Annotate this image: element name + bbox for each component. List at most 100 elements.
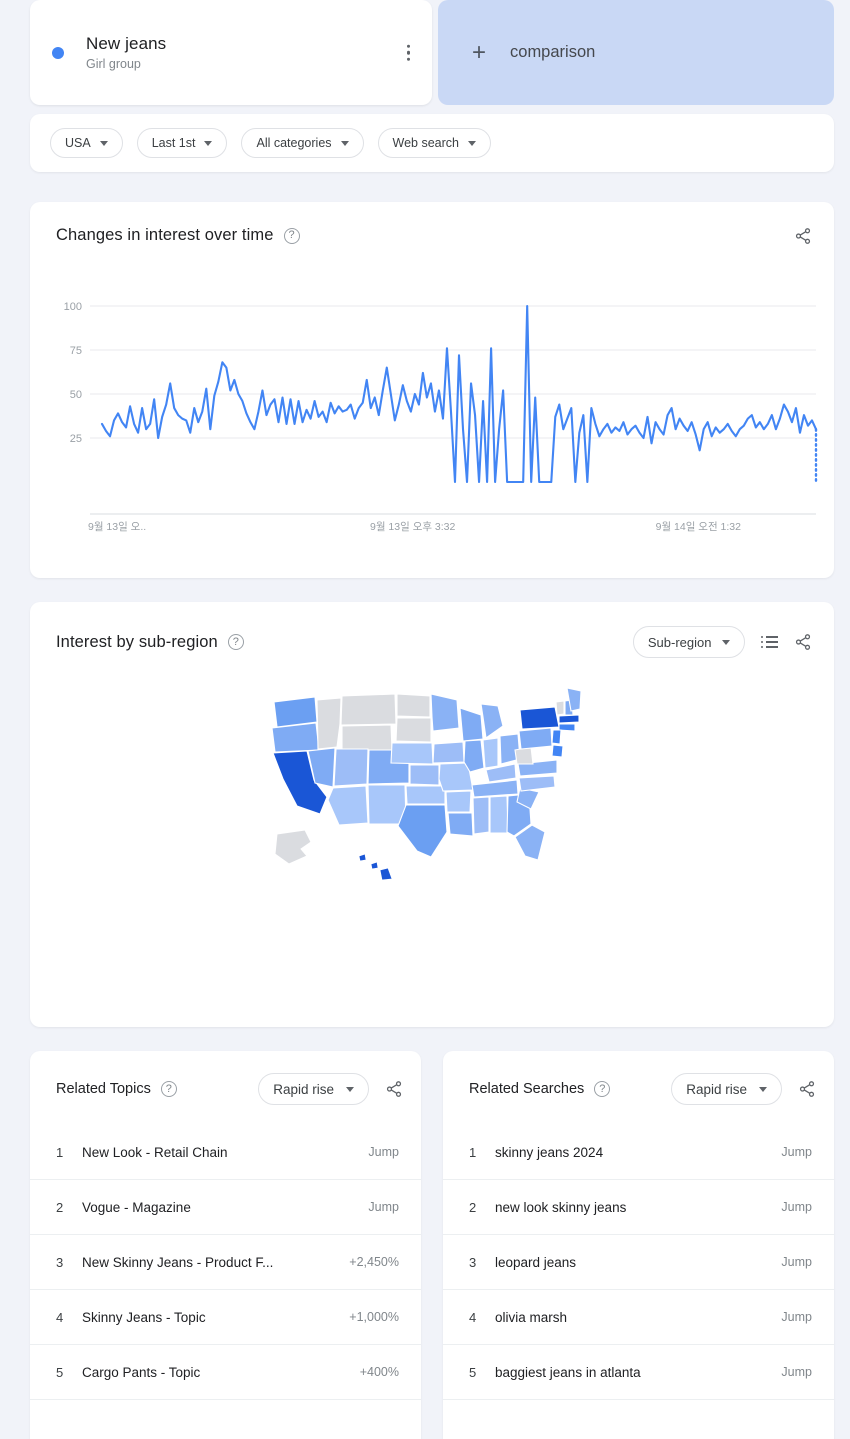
y-axis-tick-label: 50: [70, 389, 82, 401]
list-view-icon[interactable]: [760, 635, 778, 649]
chevron-down-icon: [759, 1086, 767, 1092]
related-topic-rank: 5: [56, 1364, 64, 1380]
usa-choropleth-map[interactable]: [30, 684, 834, 899]
chevron-down-icon: [721, 639, 730, 645]
related-search-value: Jump: [781, 1145, 812, 1159]
related-searches-sort-dropdown[interactable]: Rapid rise: [671, 1073, 782, 1105]
help-icon[interactable]: ?: [227, 634, 244, 650]
search-terms-row: New jeans Girl group + comparison: [0, 0, 850, 105]
related-searches-sort-label: Rapid rise: [686, 1081, 747, 1097]
list-item[interactable]: 3 leopard jeans Jump: [443, 1235, 834, 1290]
share-icon[interactable]: [385, 1080, 403, 1098]
related-topics-header: Related Topics ? Rapid rise: [30, 1051, 421, 1105]
x-axis-tick-label: 9월 13일 오후 3:32: [370, 520, 456, 533]
search-term-title: New jeans: [86, 34, 167, 53]
list-item[interactable]: 2 new look skinny jeans Jump: [443, 1180, 834, 1235]
interest-over-time-chart[interactable]: 25 50 75 100 9월 13일 오.. 9월 13일 오후 3:32 9월 14일 …: [30, 294, 834, 534]
filter-country[interactable]: USA: [50, 128, 123, 158]
list-item[interactable]: 5 baggiest jeans in atlanta Jump: [443, 1345, 834, 1400]
related-topic-rank: 3: [56, 1254, 64, 1270]
related-searches-title: Related Searches: [469, 1081, 585, 1097]
related-topic-label: New Skinny Jeans - Product F...: [82, 1254, 274, 1270]
subregion-dropdown-label: Sub-region: [647, 634, 712, 650]
plus-icon: +: [472, 38, 487, 66]
filter-search-type-label: Web search: [392, 136, 459, 150]
related-topic-label: Cargo Pants - Topic: [82, 1364, 201, 1380]
y-axis-tick-label: 100: [64, 301, 82, 313]
related-topics-sort-dropdown[interactable]: Rapid rise: [258, 1073, 369, 1105]
share-icon[interactable]: [794, 633, 812, 651]
subregion-actions: Sub-region: [632, 626, 812, 658]
interest-over-time-actions: [794, 227, 812, 245]
filter-search-type[interactable]: Web search: [377, 128, 491, 158]
related-search-rank: 2: [469, 1199, 477, 1215]
related-search-label: baggiest jeans in atlanta: [495, 1364, 641, 1380]
x-axis-tick-label: 9월 14일 오전 1:32: [656, 520, 742, 533]
search-term-subtitle: Girl group: [86, 57, 141, 71]
related-search-value: Jump: [781, 1255, 812, 1269]
chevron-down-icon: [468, 140, 476, 146]
related-topic-label: Vogue - Magazine: [82, 1199, 191, 1215]
filter-category[interactable]: All categories: [241, 128, 364, 158]
help-icon[interactable]: ?: [594, 1081, 611, 1097]
list-item[interactable]: 4 olivia marsh Jump: [443, 1290, 834, 1345]
related-topics-title: Related Topics: [56, 1081, 151, 1097]
interest-by-subregion-card: Interest by sub-region ? Sub-region: [30, 602, 834, 1027]
list-item[interactable]: 5 Cargo Pants - Topic +400%: [30, 1345, 421, 1400]
related-search-label: skinny jeans 2024: [495, 1144, 604, 1160]
related-topic-value: +2,450%: [349, 1255, 399, 1269]
filter-country-label: USA: [65, 136, 91, 150]
related-panels-row: Related Topics ? Rapid rise 1 New Look -…: [30, 1051, 834, 1439]
chart-canvas: 25 50 75 100 9월 13일 오.. 9월 13일 오후 3:32 9월 14일 …: [64, 301, 818, 533]
hawaii-region: [358, 853, 393, 881]
list-item[interactable]: 2 Vogue - Magazine Jump: [30, 1180, 421, 1235]
add-comparison-button[interactable]: + comparison: [438, 0, 834, 105]
related-search-value: Jump: [781, 1200, 812, 1214]
list-item[interactable]: 3 New Skinny Jeans - Product F... +2,450%: [30, 1235, 421, 1290]
related-topics-panel: Related Topics ? Rapid rise 1 New Look -…: [30, 1051, 421, 1439]
list-item[interactable]: 4 Skinny Jeans - Topic +1,000%: [30, 1290, 421, 1345]
interest-over-time-header: Changes in interest over time ?: [30, 202, 834, 245]
related-topic-rank: 2: [56, 1199, 64, 1215]
related-topic-rank: 1: [56, 1144, 64, 1160]
y-axis-tick-label: 25: [70, 433, 82, 445]
filter-timerange[interactable]: Last 1st: [136, 128, 228, 158]
related-search-label: new look skinny jeans: [495, 1199, 627, 1215]
related-search-label: leopard jeans: [495, 1254, 577, 1270]
related-topic-value: Jump: [368, 1145, 399, 1159]
related-search-rank: 4: [469, 1309, 477, 1325]
usa-map-svg: [271, 687, 582, 881]
related-topic-label: Skinny Jeans - Topic: [82, 1309, 206, 1325]
help-icon[interactable]: ?: [160, 1081, 177, 1097]
list-item[interactable]: 1 skinny jeans 2024 Jump: [443, 1125, 834, 1180]
related-search-rank: 1: [469, 1144, 477, 1160]
kebab-menu-icon[interactable]: [406, 44, 410, 61]
filter-category-label: All categories: [256, 136, 332, 150]
interest-over-time-card: Changes in interest over time ? 25 50 75 10…: [30, 202, 834, 578]
search-term-card[interactable]: New jeans Girl group: [30, 0, 432, 105]
help-icon[interactable]: ?: [283, 227, 300, 244]
x-axis-tick-label: 9월 13일 오..: [88, 520, 146, 533]
y-axis-tick-label: 75: [70, 345, 82, 357]
related-searches-list: 1 skinny jeans 2024 Jump 2 new look skinny j…: [443, 1125, 834, 1400]
search-term-texts: New jeans Girl group: [86, 34, 166, 71]
related-topics-actions: Rapid rise: [258, 1073, 403, 1105]
interest-by-subregion-header: Interest by sub-region ? Sub-region: [30, 602, 834, 658]
related-topics-sort-label: Rapid rise: [273, 1081, 334, 1097]
related-search-rank: 3: [469, 1254, 477, 1270]
related-topic-rank: 4: [56, 1309, 64, 1325]
subregion-dropdown[interactable]: Sub-region: [632, 626, 745, 658]
chevron-down-icon: [99, 140, 108, 146]
related-search-value: Jump: [781, 1365, 812, 1379]
share-icon[interactable]: [794, 227, 812, 245]
related-topic-label: New Look - Retail Chain: [82, 1144, 228, 1160]
page-title: Changes in interest over time: [56, 226, 274, 244]
list-item[interactable]: 1 New Look - Retail Chain Jump: [30, 1125, 421, 1180]
add-comparison-label: comparison: [510, 43, 596, 61]
related-searches-panel: Related Searches ? Rapid rise 1 skinny j…: [443, 1051, 834, 1439]
alaska-region: [274, 829, 312, 865]
subregion-title: Interest by sub-region: [56, 632, 218, 651]
related-search-value: Jump: [781, 1310, 812, 1324]
share-icon[interactable]: [798, 1080, 816, 1098]
chevron-down-icon: [340, 140, 349, 146]
